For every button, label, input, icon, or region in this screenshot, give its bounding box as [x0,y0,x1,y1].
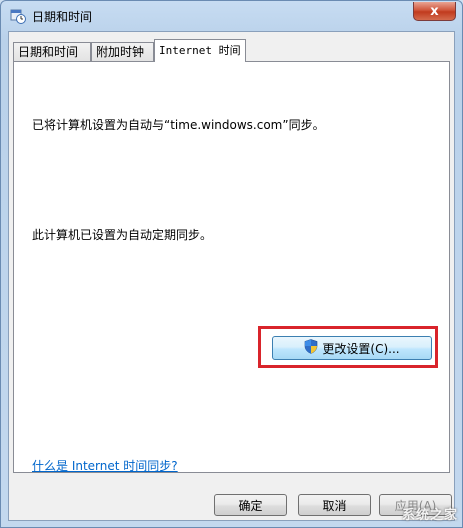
internet-time-help-link[interactable]: 什么是 Internet 时间同步? [32,457,178,474]
change-settings-label: 更改设置(C)... [322,341,400,356]
window-title: 日期和时间 [32,10,93,24]
title-bar[interactable]: 日期和时间 x [1,1,462,31]
date-time-icon [10,8,26,24]
uac-shield-icon [304,339,318,357]
change-settings-button[interactable]: 更改设置(C)... [272,336,432,360]
watermark-logo: 系统之家 [401,508,458,523]
cancel-button[interactable]: 取消 [298,494,371,516]
close-icon: x [430,3,439,19]
close-button[interactable]: x [413,2,456,21]
internet-time-panel: 已将计算机设置为自动与“time.windows.com”同步。 此计算机已设置… [13,61,450,473]
date-time-dialog: 日期和时间 x 日期和时间 附加时钟 Internet 时间 已将计算机设置为自… [0,0,463,528]
ok-button[interactable]: 确定 [214,494,287,516]
sync-server-text: 已将计算机设置为自动与“time.windows.com”同步。 [32,118,325,132]
tab-date-time[interactable]: 日期和时间 [13,42,91,61]
dialog-body: 日期和时间 附加时钟 Internet 时间 已将计算机设置为自动与“time.… [8,31,455,521]
tab-internet-time[interactable]: Internet 时间 [154,39,246,62]
sync-status-text: 此计算机已设置为自动定期同步。 [32,228,213,242]
tab-additional-clocks[interactable]: 附加时钟 [91,42,154,61]
